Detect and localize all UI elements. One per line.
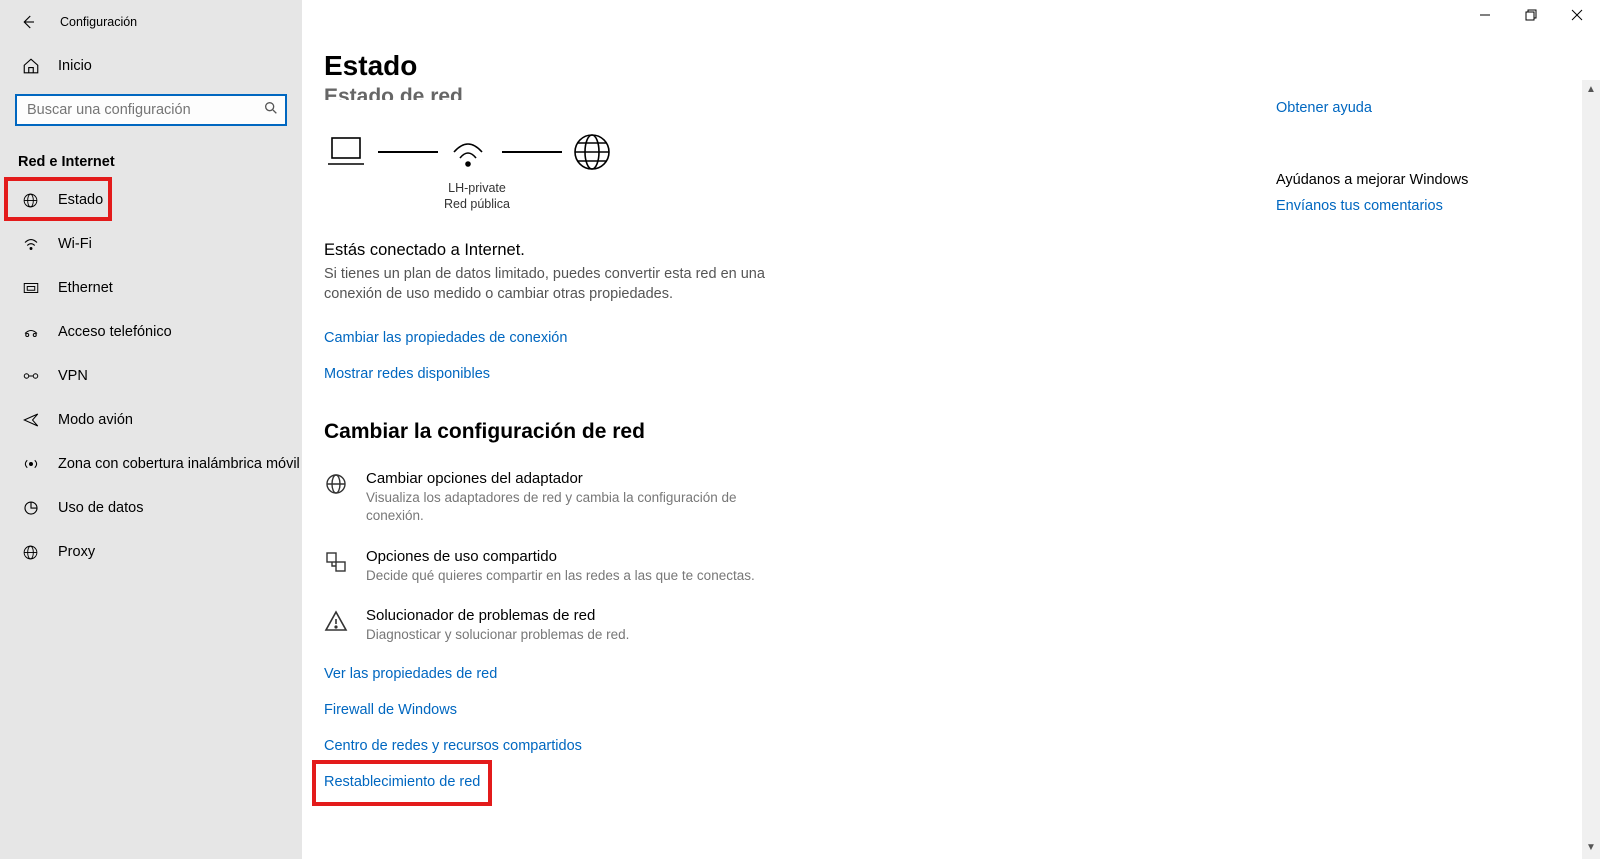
link-send-feedback[interactable]: Envíanos tus comentarios: [1276, 198, 1486, 214]
sidebar-item-airplane[interactable]: Modo avión: [0, 398, 302, 442]
globe-icon: [22, 192, 44, 209]
main-content: Estado Estado de red LH-private Red pú: [302, 0, 1600, 859]
maximize-button[interactable]: [1508, 0, 1554, 30]
minimize-button[interactable]: [1462, 0, 1508, 30]
link-change-connection-props[interactable]: Cambiar las propiedades de conexión: [324, 330, 567, 346]
data-usage-icon: [22, 499, 44, 517]
sidebar-item-label: Ethernet: [58, 280, 113, 296]
sidebar-item-vpn[interactable]: VPN: [0, 354, 302, 398]
proxy-icon: [22, 544, 44, 561]
adapter-icon: [324, 472, 352, 496]
sidebar-item-hotspot[interactable]: Zona con cobertura inalámbrica móvil: [0, 442, 302, 486]
page-title: Estado: [324, 50, 1578, 82]
option-troubleshoot[interactable]: Solucionador de problemas de red Diagnos…: [324, 607, 784, 644]
link-network-sharing-center[interactable]: Centro de redes y recursos compartidos: [324, 738, 582, 754]
option-desc: Decide qué quieres compartir en las rede…: [366, 567, 755, 585]
sidebar-item-label: Zona con cobertura inalámbrica móvil: [58, 456, 300, 472]
sidebar-item-label: Estado: [58, 192, 103, 208]
wifi-signal-icon: [448, 134, 492, 170]
sidebar-item-dialup[interactable]: Acceso telefónico: [0, 310, 302, 354]
improve-windows-label: Ayúdanos a mejorar Windows: [1276, 172, 1486, 188]
sidebar-item-datausage[interactable]: Uso de datos: [0, 486, 302, 530]
sidebar-home-label: Inicio: [58, 58, 92, 74]
network-ssid: LH-private: [410, 180, 544, 196]
option-desc: Diagnosticar y solucionar problemas de r…: [366, 626, 629, 644]
vertical-scrollbar[interactable]: ▲ ▼: [1582, 80, 1600, 859]
scroll-down-icon[interactable]: ▼: [1586, 838, 1596, 857]
sidebar-item-label: VPN: [58, 368, 88, 384]
minimize-icon: [1479, 9, 1491, 21]
option-sharing[interactable]: Opciones de uso compartido Decide qué qu…: [324, 548, 784, 585]
scroll-up-icon[interactable]: ▲: [1586, 80, 1596, 99]
sidebar-item-proxy[interactable]: Proxy: [0, 530, 302, 574]
close-icon: [1571, 9, 1583, 21]
back-arrow-icon: [19, 13, 37, 31]
link-windows-firewall[interactable]: Firewall de Windows: [324, 702, 457, 718]
truncated-text: [1276, 84, 1486, 90]
sidebar-item-label: Modo avión: [58, 412, 133, 428]
warning-icon: [324, 609, 352, 633]
link-get-help[interactable]: Obtener ayuda: [1276, 100, 1486, 116]
window-title: Configuración: [60, 15, 137, 29]
sharing-icon: [324, 550, 352, 574]
airplane-icon: [22, 411, 44, 429]
wifi-icon: [22, 235, 44, 253]
hotspot-icon: [22, 455, 44, 473]
option-title: Opciones de uso compartido: [366, 548, 755, 565]
dialup-icon: [22, 323, 44, 341]
help-panel: Obtener ayuda Ayúdanos a mejorar Windows…: [1276, 84, 1486, 214]
back-button[interactable]: [18, 13, 38, 31]
diagram-label: LH-private Red pública: [410, 180, 544, 213]
option-title: Cambiar opciones del adaptador: [366, 470, 784, 487]
vpn-icon: [22, 367, 44, 385]
sidebar-item-label: Proxy: [58, 544, 95, 560]
link-show-available-networks[interactable]: Mostrar redes disponibles: [324, 366, 490, 382]
connection-status-title: Estás conectado a Internet.: [324, 241, 784, 260]
close-button[interactable]: [1554, 0, 1600, 30]
sidebar-item-label: Wi-Fi: [58, 236, 92, 252]
ethernet-icon: [22, 279, 44, 297]
settings-sidebar: Configuración Inicio Red e Internet Esta…: [0, 0, 302, 859]
link-network-reset[interactable]: Restablecimiento de red: [324, 774, 480, 790]
laptop-icon: [324, 134, 368, 170]
sidebar-home[interactable]: Inicio: [0, 44, 302, 88]
maximize-icon: [1525, 9, 1537, 21]
option-adapter[interactable]: Cambiar opciones del adaptador Visualiza…: [324, 470, 784, 525]
connection-status-desc: Si tienes un plan de datos limitado, pue…: [324, 264, 784, 305]
network-type: Red pública: [410, 196, 544, 212]
change-settings-header: Cambiar la configuración de red: [324, 420, 1578, 444]
home-icon: [22, 57, 44, 75]
sidebar-item-label: Acceso telefónico: [58, 324, 172, 340]
search-input[interactable]: [15, 94, 287, 126]
sidebar-item-label: Uso de datos: [58, 500, 143, 516]
sidebar-item-status[interactable]: Estado: [0, 178, 302, 222]
link-network-properties[interactable]: Ver las propiedades de red: [324, 666, 497, 682]
sidebar-item-wifi[interactable]: Wi-Fi: [0, 222, 302, 266]
globe-large-icon: [572, 132, 616, 172]
sidebar-item-ethernet[interactable]: Ethernet: [0, 266, 302, 310]
option-title: Solucionador de problemas de red: [366, 607, 629, 624]
sidebar-section-title: Red e Internet: [18, 154, 302, 170]
option-desc: Visualiza los adaptadores de red y cambi…: [366, 489, 784, 525]
